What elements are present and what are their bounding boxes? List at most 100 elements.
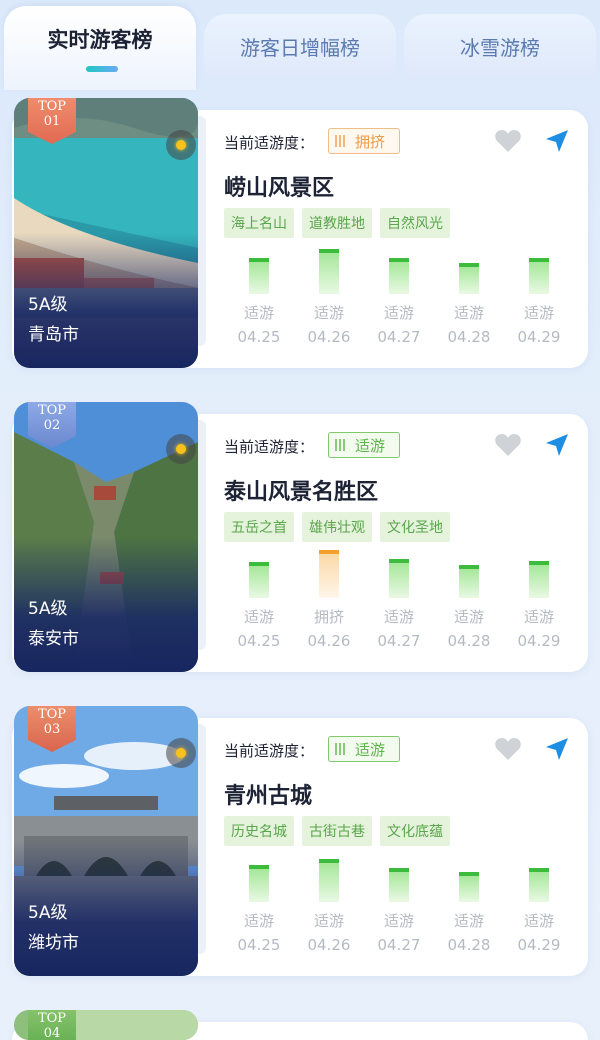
tab-bar: 游客日增幅榜 冰雪游榜 实时游客榜 [0,0,600,90]
scenic-name[interactable]: 泰山风景名胜区 [224,474,378,506]
day-date: 04.28 [447,936,491,954]
scenic-photo: TOP 03 5A级 潍坊市 [14,706,198,976]
comfort-bar [459,263,479,294]
day-date: 04.28 [447,328,491,346]
comfort-label: 当前适游度： [224,742,315,760]
day-status: 适游 [453,304,484,322]
comfort-bar [459,565,479,598]
comfort-status-badge: 适游 [328,736,400,762]
day-date: 04.29 [517,632,561,650]
day-status: 适游 [453,608,484,626]
forecast-day: 适游 04.28 [434,248,494,358]
comfort-bar [249,865,269,902]
scenic-card[interactable]: TOP 04 [12,1010,588,1040]
feature-tag: 自然风光 [380,208,450,238]
scenic-card[interactable]: TOP 03 5A级 潍坊市 当前适游度： 适游 青州古城 历史名城 古街古巷 … [12,706,588,982]
day-date: 04.27 [377,936,421,954]
navigate-arrow-icon[interactable] [544,736,570,762]
feature-tag: 道教胜地 [302,208,372,238]
day-status: 适游 [313,304,344,322]
tab-realtime-label: 实时游客榜 [47,28,153,52]
day-date: 04.26 [307,328,351,346]
favorite-heart-icon[interactable] [494,128,522,154]
forecast-days: 适游 04.25 适游 04.26 适游 04.27 适游 04.28 适游 0… [224,248,574,358]
comfort-bar [529,561,549,598]
day-status: 适游 [243,304,274,322]
scenic-photo: TOP 04 [14,1010,198,1040]
comfort-bar [249,258,269,294]
forecast-day: 适游 04.27 [364,552,424,662]
scenic-card[interactable]: TOP 01 5A级 青岛市 当前适游度： 拥挤 崂山风景区 海上名山 道教胜地… [12,98,588,374]
forecast-day: 适游 04.25 [224,552,284,662]
comfort-bar [249,562,269,598]
forecast-day: 适游 04.29 [504,248,564,358]
forecast-day: 适游 04.29 [504,552,564,662]
forecast-day: 适游 04.29 [504,856,564,966]
comfort-bar [319,249,339,294]
scenic-photo: TOP 02 5A级 泰安市 [14,402,198,672]
live-camera-icon[interactable] [166,130,196,160]
forecast-day: 适游 04.25 [224,856,284,966]
forecast-day: 适游 04.27 [364,856,424,966]
scenic-level: 5A级 [28,903,68,923]
day-status: 拥挤 [313,608,344,626]
feature-tag: 历史名城 [224,816,294,846]
live-camera-icon[interactable] [166,738,196,768]
tab-daily-increase[interactable]: 游客日增幅榜 [204,14,396,78]
photo-edge [198,420,206,650]
scenic-name[interactable]: 青州古城 [224,778,312,810]
forecast-day: 适游 04.27 [364,248,424,358]
comfort-status-text: 适游 [355,740,386,759]
rank-top: TOP [37,403,67,418]
forecast-day: 适游 04.26 [294,248,354,358]
navigate-arrow-icon[interactable] [544,432,570,458]
forecast-day: 适游 04.26 [294,856,354,966]
feature-tag: 文化底蕴 [380,816,450,846]
day-status: 适游 [243,608,274,626]
day-date: 04.25 [237,936,281,954]
feature-tags: 五岳之首 雄伟壮观 文化圣地 [224,512,450,542]
forecast-days: 适游 04.25 适游 04.26 适游 04.27 适游 04.28 适游 0… [224,856,574,966]
day-date: 04.29 [517,328,561,346]
navigate-arrow-icon[interactable] [544,128,570,154]
forecast-day: 适游 04.28 [434,856,494,966]
scenic-photo: TOP 01 5A级 青岛市 [14,98,198,368]
day-status: 适游 [523,304,554,322]
day-status: 适游 [523,912,554,930]
day-date: 04.26 [307,632,351,650]
rank-badge: TOP 04 [28,1010,76,1040]
bars-icon [335,743,347,755]
favorite-heart-icon[interactable] [494,432,522,458]
live-camera-icon[interactable] [166,434,196,464]
bars-icon [335,135,347,147]
feature-tag: 雄伟壮观 [302,512,372,542]
photo-edge [198,116,206,346]
day-date: 04.27 [377,632,421,650]
scenic-card[interactable]: TOP 02 5A级 泰安市 当前适游度： 适游 泰山风景名胜区 五岳之首 雄伟… [12,402,588,678]
feature-tag: 海上名山 [224,208,294,238]
comfort-bar [319,859,339,902]
favorite-heart-icon[interactable] [494,736,522,762]
scenic-name[interactable]: 崂山风景区 [224,170,334,202]
tab-ice-snow[interactable]: 冰雪游榜 [404,14,596,78]
tab-realtime[interactable]: 实时游客榜 [4,6,196,90]
photo-edge [198,724,206,954]
scenic-level: 5A级 [28,599,68,619]
comfort-bar [389,868,409,902]
comfort-status-text: 拥挤 [355,132,386,151]
comfort-bar [389,258,409,294]
day-date: 04.25 [237,632,281,650]
comfort-bar [529,868,549,902]
feature-tags: 历史名城 古街古巷 文化底蕴 [224,816,450,846]
forecast-day: 拥挤 04.26 [294,550,354,662]
day-date: 04.26 [307,936,351,954]
active-tab-indicator [86,66,118,72]
comfort-label: 当前适游度： [224,134,315,152]
city-name: 青岛市 [28,325,79,345]
day-status: 适游 [523,608,554,626]
comfort-bar [529,258,549,294]
day-status: 适游 [383,304,414,322]
comfort-label: 当前适游度： [224,438,315,456]
feature-tag: 古街古巷 [302,816,372,846]
day-date: 04.25 [237,328,281,346]
